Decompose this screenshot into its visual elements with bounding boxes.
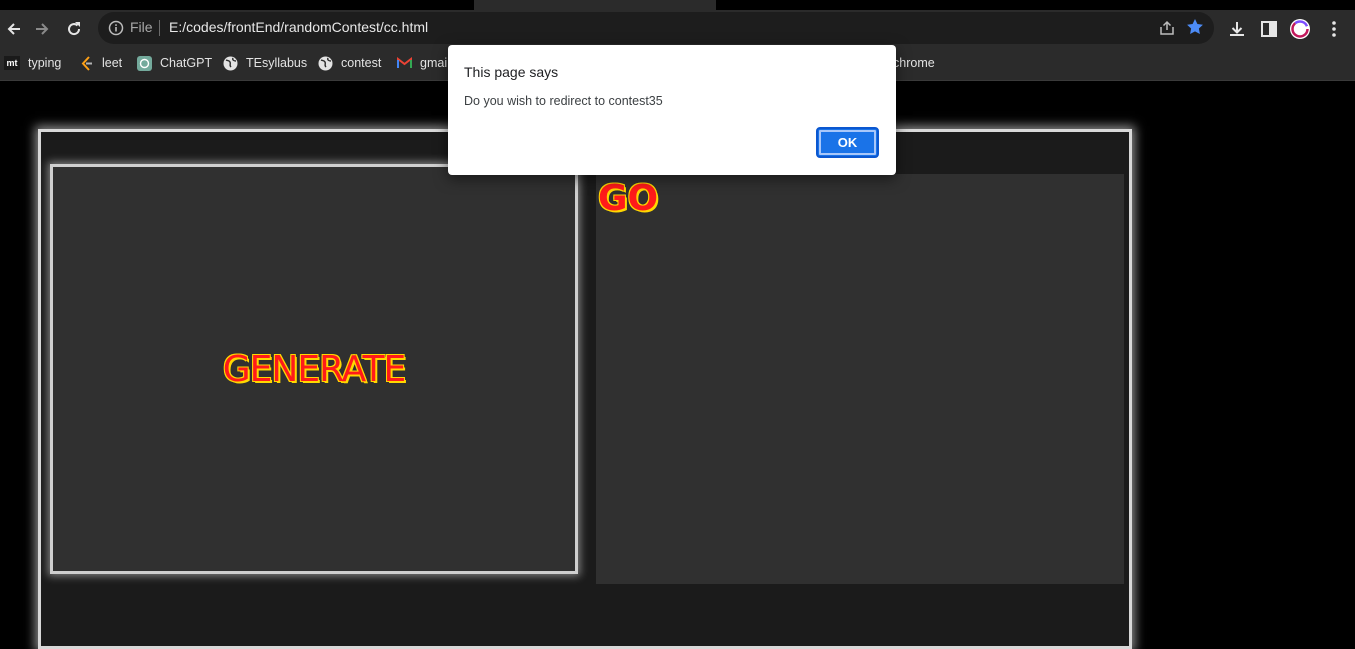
bookmark-label: gmai (420, 56, 448, 70)
bookmark-label: typing (28, 56, 62, 70)
bookmark-chatgpt[interactable]: ChatGPT (137, 54, 212, 72)
globe-icon (318, 56, 333, 71)
more-menu-icon[interactable] (1324, 19, 1344, 39)
arrow-left-icon (7, 22, 20, 35)
bookmark-label: ChatGPT (160, 56, 213, 70)
forward-button[interactable] (28, 10, 56, 47)
arrow-right-icon (36, 22, 49, 35)
leetcode-icon (79, 55, 94, 71)
gmail-icon (397, 56, 412, 71)
side-panel-icon[interactable] (1259, 19, 1279, 39)
bookmark-tesyllabus[interactable]: TEsyllabus (223, 54, 307, 72)
bookmark-star-icon[interactable] (1185, 17, 1205, 37)
generate-label: GENERATE (222, 348, 406, 390)
download-icon[interactable] (1227, 19, 1247, 39)
bookmark-leet[interactable]: leet (79, 54, 122, 72)
address-bar[interactable]: File E:/codes/frontEnd/randomContest/cc.… (98, 12, 1214, 44)
alert-dialog: This page says Do you wish to redirect t… (448, 45, 896, 175)
url-separator (159, 20, 160, 36)
share-icon[interactable] (1158, 19, 1176, 37)
back-button[interactable] (0, 10, 28, 47)
bookmark-label: leet (102, 56, 123, 70)
bookmark-contest[interactable]: contest (318, 54, 381, 72)
go-panel[interactable]: GO (596, 174, 1124, 584)
info-icon[interactable] (108, 20, 124, 36)
bookmark-typing[interactable]: mt typing (4, 54, 61, 72)
globe-icon (223, 56, 238, 71)
bookmark-gmail[interactable]: gmai (397, 54, 447, 72)
dialog-title: This page says (464, 64, 559, 80)
browser-toolbar: File E:/codes/frontEnd/randomContest/cc.… (0, 10, 1355, 47)
reload-icon (68, 21, 81, 35)
generate-button[interactable]: GENERATE (50, 164, 578, 574)
main-container: GENERATE GO (38, 129, 1132, 649)
ok-button[interactable]: OK (816, 127, 879, 158)
bookmark-chrome[interactable]: chrome (893, 54, 935, 72)
reload-button[interactable] (60, 10, 88, 47)
bookmark-label: chrome (893, 56, 935, 70)
profile-avatar-icon[interactable] (1290, 19, 1310, 39)
url-text[interactable]: E:/codes/frontEnd/randomContest/cc.html (169, 19, 428, 35)
bookmark-label: contest (341, 56, 382, 70)
url-scheme-label: File (130, 19, 153, 35)
tab-strip (0, 0, 1355, 10)
active-tab[interactable] (474, 0, 716, 10)
bookmark-label: TEsyllabus (246, 56, 308, 70)
dialog-message: Do you wish to redirect to contest35 (464, 94, 663, 108)
chatgpt-icon (137, 55, 152, 71)
go-label: GO (598, 178, 659, 219)
mt-icon: mt (4, 56, 20, 70)
